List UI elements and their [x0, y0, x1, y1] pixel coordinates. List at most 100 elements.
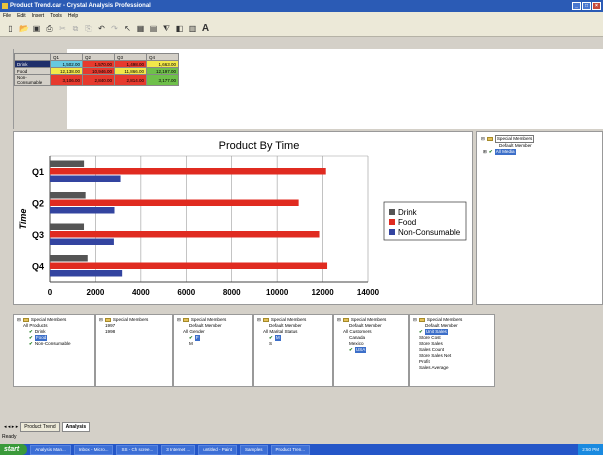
- grid-col-header[interactable]: Q1: [50, 53, 83, 61]
- taskbar-item[interactable]: untitled - Paint: [198, 444, 238, 455]
- chart-panel[interactable]: Product By Time 0 2000 4000 6000 8000 10000 120…: [13, 131, 473, 305]
- filter-icon[interactable]: ⧨: [162, 24, 171, 34]
- x-tick-label: 4000: [132, 288, 150, 297]
- grid-cell[interactable]: 1,570.00: [82, 60, 115, 68]
- y-tick-label: Q1: [32, 167, 44, 177]
- open-icon[interactable]: 📂: [19, 24, 29, 33]
- member-panel: ⊟ Special Members Default Member All Gender…: [173, 314, 253, 387]
- legend-swatch: [389, 229, 395, 235]
- grid-icon[interactable]: ▦: [136, 24, 145, 33]
- grid-col-header[interactable]: Q3: [114, 53, 147, 61]
- window-title: Product Trend.car - Crystal Analysis Pro…: [10, 3, 151, 9]
- member-panels: ⊟ Special Members All Products ✔ Drink ✔ Food ✔…: [13, 314, 503, 387]
- close-button[interactable]: ×: [592, 2, 601, 10]
- toolbar: ▯ 📂 ▣ ⎙ ✂ ⧉ ⎘ ↶ ↷ ↖ ▦ ▤ ⧨ ◧ ▥ A: [0, 21, 603, 37]
- bar: [50, 199, 299, 206]
- x-tick-label: 8000: [223, 288, 241, 297]
- grid-row-header[interactable]: Food: [14, 67, 51, 75]
- menu-help[interactable]: Help: [68, 12, 78, 21]
- tree-item[interactable]: 1998: [99, 329, 169, 335]
- tree-item[interactable]: ✔ Non-Consumable: [17, 341, 91, 347]
- chart-icon[interactable]: ▤: [149, 24, 158, 33]
- tree-item-label: M: [189, 341, 193, 346]
- tree-item[interactable]: Sales Average: [413, 365, 491, 371]
- menu-tools[interactable]: Tools: [50, 12, 62, 21]
- grid-cell[interactable]: 12,138.00: [50, 67, 83, 75]
- cut-icon[interactable]: ✂: [58, 24, 67, 33]
- grid-cell[interactable]: 3,177.00: [146, 74, 179, 86]
- paste-icon[interactable]: ⎘: [84, 24, 93, 34]
- grid-cell[interactable]: 10,946.00: [82, 67, 115, 75]
- expand-icon: ⊟: [337, 317, 341, 322]
- taskbar-item[interactable]: Product Tren...: [270, 444, 311, 455]
- grid-row-header[interactable]: Non-Consumable: [14, 74, 51, 86]
- pointer-icon[interactable]: ↖: [123, 24, 132, 33]
- window-controls: _ □ ×: [572, 2, 601, 10]
- bar: [50, 270, 123, 277]
- check-icon: ✔: [349, 347, 353, 352]
- maximize-button[interactable]: □: [582, 2, 591, 10]
- taskbar-item[interactable]: Inbox - Micro...: [73, 444, 114, 455]
- grid-header-row: Q1 Q2 Q3 Q4: [14, 53, 179, 61]
- menu-insert[interactable]: Insert: [32, 12, 45, 21]
- dimension-icon[interactable]: ◧: [175, 24, 184, 33]
- taskbar-item[interactable]: SS - Ch scree...: [116, 444, 159, 455]
- grid-col-header[interactable]: Q2: [82, 53, 115, 61]
- save-icon[interactable]: ▣: [32, 24, 41, 33]
- redo-icon[interactable]: ↷: [110, 24, 119, 33]
- grid-cell[interactable]: 1,663.00: [146, 60, 179, 68]
- tree-item-label: Non-Consumable: [34, 341, 71, 346]
- grid-cell[interactable]: 3,106.00: [50, 74, 83, 86]
- tab-product-trend[interactable]: Product Trend: [20, 422, 60, 432]
- start-button[interactable]: start: [0, 444, 28, 455]
- menu-bar: File Edit Insert Tools Help: [0, 12, 603, 21]
- check-icon: ✔: [488, 149, 493, 154]
- menu-file[interactable]: File: [3, 12, 11, 21]
- folder-icon: [486, 137, 493, 141]
- new-icon[interactable]: ▯: [6, 24, 15, 33]
- x-tick-label: 0: [48, 288, 53, 297]
- taskbar-item[interactable]: 3 Internet ...: [161, 444, 196, 455]
- bar: [50, 231, 320, 238]
- expand-icon: ⊟: [99, 317, 103, 322]
- print-icon[interactable]: ⎙: [45, 24, 54, 34]
- legend-label: Drink: [398, 208, 418, 217]
- cross-tab-grid: Q1 Q2 Q3 Q4 Drink 1,502.00 1,570.00 1,49…: [14, 53, 179, 86]
- grid-cell[interactable]: 1,498.00: [114, 60, 147, 68]
- tree-header[interactable]: ⊟ Special Members: [481, 135, 598, 143]
- tab-analysis[interactable]: Analysis: [61, 422, 91, 432]
- status-bar: Ready: [0, 432, 603, 442]
- tree-item[interactable]: M: [177, 341, 249, 347]
- minimize-button[interactable]: _: [572, 2, 581, 10]
- grid-cell[interactable]: 1,502.00: [50, 60, 83, 68]
- tree-item-label: USA: [354, 347, 367, 353]
- bar-chart: Product By Time 0 2000 4000 6000 8000 10000 120…: [18, 140, 467, 297]
- taskbar-item[interactable]: Samples: [240, 444, 268, 455]
- tree-item[interactable]: ✔ USA: [337, 347, 405, 353]
- folder-icon: [262, 318, 269, 322]
- taskbar-item[interactable]: Analysis Man...: [30, 444, 71, 455]
- tree-item[interactable]: S: [257, 341, 329, 347]
- copy-icon[interactable]: ⧉: [71, 24, 80, 34]
- text-icon[interactable]: A: [201, 23, 210, 34]
- undo-icon[interactable]: ↶: [97, 24, 106, 33]
- grid-cell[interactable]: 11,866.00: [114, 67, 147, 75]
- tab-nav-arrows[interactable]: ◂ ◂ ▸ ▸: [4, 424, 18, 430]
- expand-icon: ⊟: [177, 317, 181, 322]
- y-tick-label: Q3: [32, 230, 44, 240]
- grid-cell[interactable]: 12,197.00: [146, 67, 179, 75]
- tree-item[interactable]: ⊞ ✔ All Media: [481, 149, 598, 155]
- member-panel: ⊟ Special Members 1997 1998: [95, 314, 173, 387]
- grid-cell[interactable]: 2,814.00: [114, 74, 147, 86]
- sheet-tabs: ◂ ◂ ▸ ▸ Product Trend Analysis: [0, 422, 603, 432]
- menu-edit[interactable]: Edit: [17, 12, 26, 21]
- bar: [50, 207, 115, 214]
- grid-row-header[interactable]: Drink: [14, 60, 51, 68]
- member-panel: ⊟ Special Members All Products ✔ Drink ✔ Food ✔…: [13, 314, 95, 387]
- expand-icon: ⊟: [257, 317, 261, 322]
- grid-col-header[interactable]: Q4: [146, 53, 179, 61]
- report-icon[interactable]: ▥: [188, 24, 197, 33]
- grid-cell[interactable]: 2,840.00: [82, 74, 115, 86]
- special-members-tree: ⊟ Special Members Default Member ⊞ ✔ All Me…: [476, 131, 603, 305]
- tree-item-label: 1998: [105, 329, 116, 334]
